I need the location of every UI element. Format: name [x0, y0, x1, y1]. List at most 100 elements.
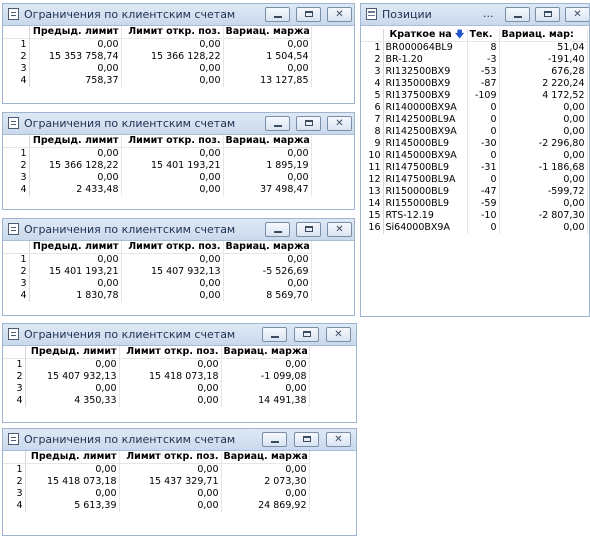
close-button[interactable]: ✕: [565, 7, 589, 22]
column-header-variation-margin[interactable]: Вариац. маржа: [223, 135, 312, 148]
table-row[interactable]: 41 830,78 0,00 8 569,70: [3, 290, 312, 302]
table-row[interactable]: 8 RI142500BX9A 0 0,00: [361, 126, 588, 138]
column-header-open-pos-limit[interactable]: Лимит откр. поз.: [119, 346, 222, 359]
table-row[interactable]: 13 RI150000BL9 -47 -599,72: [361, 186, 588, 198]
cell-short-name: RI147500BL9A: [383, 174, 468, 186]
column-header-variation-margin[interactable]: Вариац. маржа: [221, 346, 310, 359]
limits-window-3[interactable]: Ограничения по клиентским счетам ✕ Преды…: [2, 218, 355, 316]
column-header-short-name-label: Краткое на: [389, 29, 452, 40]
maximize-button[interactable]: [296, 222, 321, 237]
table-row[interactable]: 42 433,48 0,00 37 498,47: [3, 184, 312, 196]
table-row[interactable]: 44 350,33 0,00 14 491,38: [3, 395, 310, 407]
table-row[interactable]: 7 RI142500BL9A 0 0,00: [361, 114, 588, 126]
minimize-button[interactable]: [265, 7, 290, 22]
column-header-short-name[interactable]: Краткое на 🡇: [383, 29, 468, 42]
table-row[interactable]: 15 RTS-12.19 -10 -2 807,30: [361, 210, 588, 222]
close-button[interactable]: ✕: [327, 116, 352, 131]
table-row[interactable]: 12 RI147500BL9A 0 0,00: [361, 174, 588, 186]
table-row[interactable]: 45 613,39 0,00 24 869,92: [3, 500, 310, 512]
maximize-button[interactable]: [296, 116, 321, 131]
cell-prev-limit: 0,00: [29, 38, 122, 51]
limits-window-5[interactable]: Ограничения по клиентским счетам ✕ Преды…: [2, 428, 357, 536]
table-row[interactable]: 9 RI145000BL9 -30 -2 296,80: [361, 138, 588, 150]
column-header-prev-limit[interactable]: Предыд. лимит: [25, 451, 120, 464]
column-header-prev-limit[interactable]: Предыд. лимит: [29, 241, 122, 254]
minimize-button[interactable]: [262, 327, 287, 342]
table-row[interactable]: 3 0,00 0,00 0,00: [3, 63, 312, 75]
table-row[interactable]: 2 15 418 073,18 15 437 329,71 2 073,30: [3, 476, 310, 488]
table-row[interactable]: 3 RI132500BX9 -53 676,28: [361, 66, 588, 78]
maximize-button[interactable]: [535, 7, 560, 22]
table-row[interactable]: 10 RI145000BX9A 0 0,00: [361, 150, 588, 162]
sort-down-icon[interactable]: 🡇: [455, 30, 464, 40]
column-header-prev-limit[interactable]: Предыд. лимит: [29, 135, 122, 148]
table-row[interactable]: 1 0,00 0,00 0,00: [3, 38, 312, 51]
column-header-variation-margin[interactable]: Вариац. маржа: [223, 241, 312, 254]
table-row[interactable]: 2 15 407 932,13 15 418 073,18 -1 099,08: [3, 371, 310, 383]
column-header-open-pos-limit[interactable]: Лимит откр. поз.: [119, 451, 222, 464]
table-row[interactable]: 3 0,00 0,00 0,00: [3, 488, 310, 500]
limits-window-4[interactable]: Ограничения по клиентским счетам ✕ Преды…: [2, 323, 357, 423]
column-header-open-pos-limit[interactable]: Лимит откр. поз.: [121, 241, 224, 254]
limits-window-4-titlebar[interactable]: Ограничения по клиентским счетам ✕: [3, 324, 356, 346]
maximize-button[interactable]: [294, 327, 319, 342]
positions-window-titlebar[interactable]: Позиции ... ✕: [361, 4, 589, 26]
table-row[interactable]: 3 0,00 0,00 0,00: [3, 172, 312, 184]
table-row[interactable]: 2 15 353 758,74 15 366 128,22 1 504,54: [3, 51, 312, 63]
table-row[interactable]: 2 15 366 128,22 15 401 193,21 1 895,19: [3, 160, 312, 172]
table-row[interactable]: 5 RI137500BX9 -109 4 172,52: [361, 90, 588, 102]
minimize-button[interactable]: [265, 116, 290, 131]
table-row[interactable]: 1 BR000064BL9 8 51,04: [361, 41, 588, 54]
cell-variation-margin: 0,00: [223, 172, 312, 184]
limits-window-1-titlebar[interactable]: Ограничения по клиентским счетам ✕: [3, 4, 354, 26]
close-button[interactable]: ✕: [326, 432, 351, 447]
cell-short-name: RI137500BX9: [383, 90, 468, 102]
column-header-prev-limit[interactable]: Предыд. лимит: [25, 346, 120, 359]
close-button[interactable]: ✕: [327, 7, 352, 22]
table-row[interactable]: 2 15 401 193,21 15 407 932,13 -5 526,69: [3, 266, 312, 278]
minimize-button[interactable]: [262, 432, 287, 447]
column-header-open-pos-limit[interactable]: Лимит откр. поз.: [121, 26, 224, 39]
cell-variation-margin: 2 073,30: [221, 476, 310, 488]
table-row[interactable]: 4 758,37 0,00 13 127,85: [3, 75, 312, 87]
table-row[interactable]: 3 0,00 0,00 0,00: [3, 383, 310, 395]
cell-current: 0: [467, 114, 500, 126]
table-row[interactable]: 1 0,00 0,00 0,00: [3, 358, 310, 371]
cell-prev-limit: 4 350,33: [25, 395, 120, 407]
maximize-button[interactable]: [296, 7, 321, 22]
table-row[interactable]: 1 0,00 0,00 0,00: [3, 147, 312, 160]
table-row[interactable]: 11 RI147500BL9 -31 -1 186,68: [361, 162, 588, 174]
limits-window-5-titlebar[interactable]: Ограничения по клиентским счетам ✕: [3, 429, 356, 451]
limits-window-1[interactable]: Ограничения по клиентским счетам ✕ Преды…: [2, 3, 355, 104]
minimize-button[interactable]: [265, 222, 290, 237]
column-header-variation-margin[interactable]: Вариац. маржа: [223, 26, 312, 39]
minimize-button[interactable]: [505, 7, 530, 22]
document-icon: [8, 8, 19, 20]
close-button[interactable]: ✕: [326, 327, 351, 342]
table-row[interactable]: 6 RI140000BX9A 0 0,00: [361, 102, 588, 114]
column-header-current[interactable]: Тек.: [467, 29, 500, 42]
row-number-header: [3, 26, 30, 39]
positions-table: Краткое на 🡇 Тек. Вариац. мар: 1 BR000064…: [361, 29, 588, 234]
column-header-variation-margin[interactable]: Вариац. маржа: [221, 451, 310, 464]
table-row[interactable]: 3 0,00 0,00 0,00: [3, 278, 312, 290]
table-row[interactable]: 1 0,00 0,00 0,00: [3, 463, 310, 476]
limits-window-3-titlebar[interactable]: Ограничения по клиентским счетам ✕: [3, 219, 354, 241]
column-header-variation-margin[interactable]: Вариац. мар:: [499, 29, 588, 42]
cell-open-pos-limit: 0,00: [119, 500, 222, 512]
column-header-open-pos-limit[interactable]: Лимит откр. поз.: [121, 135, 224, 148]
table-row[interactable]: 2 BR-1.20 -3 -191,40: [361, 54, 588, 66]
limits-window-2-titlebar[interactable]: Ограничения по клиентским счетам ✕: [3, 113, 354, 135]
positions-window[interactable]: Позиции ... ✕ Краткое на 🡇 Тек. Вариац. …: [360, 3, 590, 317]
close-button[interactable]: ✕: [327, 222, 352, 237]
column-header-prev-limit[interactable]: Предыд. лимит: [29, 26, 122, 39]
table-row[interactable]: 4 RI135000BX9 -87 2 220,24: [361, 78, 588, 90]
table-row[interactable]: 16 Si64000BX9A 0 0,00: [361, 222, 588, 234]
row-number-header: [3, 451, 26, 464]
cell-prev-limit: 0,00: [25, 463, 120, 476]
row-number: 2: [3, 51, 30, 63]
maximize-button[interactable]: [294, 432, 319, 447]
table-row[interactable]: 14 RI155000BL9 -59 0,00: [361, 198, 588, 210]
limits-window-2[interactable]: Ограничения по клиентским счетам ✕ Преды…: [2, 112, 355, 210]
table-row[interactable]: 1 0,00 0,00 0,00: [3, 253, 312, 266]
